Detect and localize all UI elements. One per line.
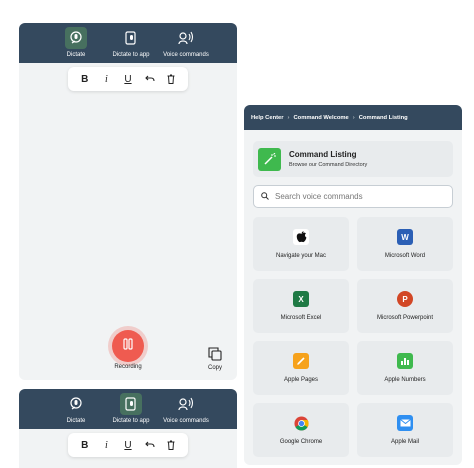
app-card-microsoft-excel[interactable]: X Microsoft Excel xyxy=(253,279,349,333)
app-name: Navigate your Mac xyxy=(275,253,327,259)
search-icon xyxy=(261,191,269,202)
dictation-panel-secondary: Dictate Dictate to app Voice commands B … xyxy=(19,389,237,468)
page-title: Command Listing xyxy=(289,150,357,159)
formatting-toolbar: B i U xyxy=(68,67,188,91)
breadcrumb-command-welcome[interactable]: Command Welcome xyxy=(293,115,348,121)
app-card-microsoft-word[interactable]: W Microsoft Word xyxy=(357,217,453,271)
excel-icon: X xyxy=(293,291,309,307)
tab-voice-commands-label: Voice commands xyxy=(163,52,209,58)
tab-dictate-to-app[interactable]: Dictate to app xyxy=(101,23,161,63)
app-card-microsoft-powerpoint[interactable]: P Microsoft Powerpoint xyxy=(357,279,453,333)
dictation-tabbar: Dictate Dictate to app Voice commands xyxy=(19,23,237,63)
underline-button[interactable]: U xyxy=(120,437,136,453)
breadcrumb-command-listing[interactable]: Command Listing xyxy=(359,115,408,121)
dictation-panel: Dictate Dictate to app Voice commands B … xyxy=(19,23,237,380)
copy-label: Copy xyxy=(207,365,222,371)
app-name: Google Chrome xyxy=(279,439,323,445)
word-icon: W xyxy=(397,229,413,245)
powerpoint-icon: P xyxy=(397,291,413,307)
chrome-icon xyxy=(293,415,309,431)
trash-icon[interactable] xyxy=(163,71,179,87)
command-listing-header: Command Listing Browse our Command Direc… xyxy=(253,141,453,177)
app-card-apple-mail[interactable]: Apple Mail xyxy=(357,403,453,457)
tab-dictate-to-app-label: Dictate to app xyxy=(112,52,150,58)
tab-voice-commands-label: Voice commands xyxy=(163,418,209,424)
chevron-right-icon: › xyxy=(287,114,290,121)
app-name: Microsoft Word xyxy=(384,253,426,259)
formatting-toolbar: B i U xyxy=(68,433,188,457)
bold-button[interactable]: B xyxy=(77,437,93,453)
pages-icon xyxy=(293,353,309,369)
dictation-tabbar-secondary: Dictate Dictate to app Voice commands xyxy=(19,389,237,429)
page-subtitle: Browse our Command Directory xyxy=(289,162,368,168)
numbers-icon xyxy=(397,353,413,369)
copy-icon[interactable] xyxy=(208,347,222,366)
tab-dictate-to-app[interactable]: Dictate to app xyxy=(101,389,161,429)
breadcrumb: Help Center › Command Welcome › Command … xyxy=(244,105,462,130)
app-dictate-icon xyxy=(120,393,142,415)
bold-button[interactable]: B xyxy=(77,71,93,87)
record-label: Recording xyxy=(114,364,142,370)
italic-button[interactable]: i xyxy=(98,437,114,453)
italic-button[interactable]: i xyxy=(98,71,114,87)
search-input[interactable]: Search voice commands xyxy=(253,185,453,208)
app-card-navigate-mac[interactable]: Navigate your Mac xyxy=(253,217,349,271)
app-card-apple-pages[interactable]: Apple Pages xyxy=(253,341,349,395)
apple-logo-icon xyxy=(293,229,309,245)
tab-dictate[interactable]: Dictate xyxy=(46,389,106,429)
pause-icon xyxy=(122,337,134,355)
trash-icon[interactable] xyxy=(163,437,179,453)
tab-dictate[interactable]: Dictate xyxy=(46,23,106,63)
tab-dictate-label: Dictate xyxy=(66,52,86,58)
app-dictate-icon xyxy=(120,27,142,49)
tab-dictate-to-app-label: Dictate to app xyxy=(112,418,150,424)
breadcrumb-help-center[interactable]: Help Center xyxy=(251,115,284,121)
tab-voice-commands[interactable]: Voice commands xyxy=(156,23,216,63)
mail-icon xyxy=(397,415,413,431)
app-name: Apple Numbers xyxy=(384,377,426,383)
tab-dictate-label: Dictate xyxy=(66,418,86,424)
microphone-icon xyxy=(65,27,87,49)
record-button[interactable] xyxy=(112,330,144,362)
voice-commands-icon xyxy=(175,393,197,415)
undo-icon[interactable] xyxy=(142,437,158,453)
microphone-icon xyxy=(65,393,87,415)
magic-wand-icon xyxy=(258,147,281,171)
app-card-google-chrome[interactable]: Google Chrome xyxy=(253,403,349,457)
search-placeholder: Search voice commands xyxy=(275,192,363,201)
app-name: Apple Mail xyxy=(390,439,419,445)
app-name: Microsoft Excel xyxy=(280,315,322,321)
undo-icon[interactable] xyxy=(142,71,158,87)
voice-commands-icon xyxy=(175,27,197,49)
app-card-apple-numbers[interactable]: Apple Numbers xyxy=(357,341,453,395)
chevron-right-icon: › xyxy=(352,114,355,121)
underline-button[interactable]: U xyxy=(120,71,136,87)
tab-voice-commands[interactable]: Voice commands xyxy=(156,389,216,429)
app-name: Microsoft Powerpoint xyxy=(376,315,434,321)
commands-panel: Help Center › Command Welcome › Command … xyxy=(244,105,462,465)
app-name: Apple Pages xyxy=(283,377,319,383)
